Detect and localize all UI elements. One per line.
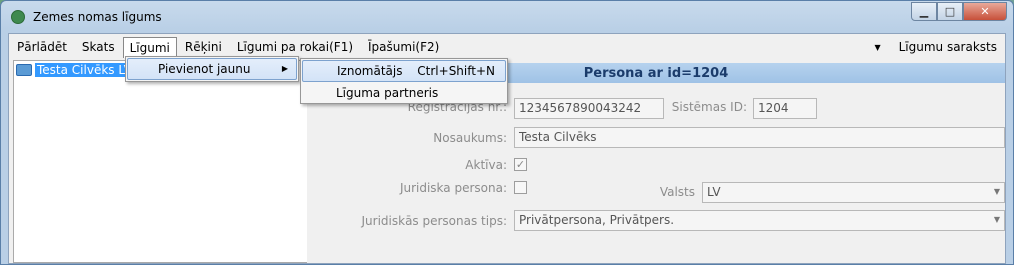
dropdown-arrow-icon: ▼ xyxy=(993,215,1000,224)
country-value: LV xyxy=(707,185,721,199)
menu-view[interactable]: Skats xyxy=(75,36,122,58)
dropdown-arrow-icon: ▼ xyxy=(874,42,881,52)
active-checkbox[interactable]: ✓ xyxy=(514,158,527,171)
app-window: Zemes nomas līgums ▁ □ ✕ Pārlādēt Skats … xyxy=(0,0,1014,265)
registration-field[interactable]: 1234567890043242 xyxy=(514,98,664,119)
contract-list-dropdown[interactable]: ▼ Līgumu saraksts xyxy=(874,36,1005,58)
system-id-label: Sistēmas ID: xyxy=(671,100,747,114)
menu-reload[interactable]: Pārlādēt xyxy=(10,36,74,58)
country-select[interactable]: LV ▼ xyxy=(702,182,1005,203)
maximize-button[interactable]: □ xyxy=(937,2,963,21)
system-id-field[interactable]: 1204 xyxy=(753,98,817,119)
name-field[interactable]: Testa Cilvēks xyxy=(514,127,1005,148)
lessor-shortcut: Ctrl+Shift+N xyxy=(417,64,495,78)
close-button[interactable]: ✕ xyxy=(963,2,1007,21)
contracts-dropdown-menu: Pievienot jaunu ▶ xyxy=(125,56,299,82)
app-logo-icon xyxy=(11,10,25,24)
lessor-label: Iznomātājs xyxy=(337,64,403,78)
menu-invoices[interactable]: Rēķini xyxy=(178,36,229,58)
window-title: Zemes nomas līgums xyxy=(33,10,162,24)
submenu-arrow-icon: ▶ xyxy=(281,64,288,73)
tree-view[interactable]: Testa Cilvēks LV xyxy=(13,60,308,263)
menu-manual-contracts[interactable]: Līgumi pa rokai(F1) xyxy=(230,36,360,58)
minimize-button[interactable]: ▁ xyxy=(911,2,937,21)
window-controls: ▁ □ ✕ xyxy=(911,2,1007,21)
menu-add-new[interactable]: Pievienot jaunu ▶ xyxy=(127,58,297,80)
legal-type-label: Juridiskās personas tips: xyxy=(361,214,508,228)
legal-type-value: Privātpersona, Privātpers. xyxy=(519,213,675,227)
folder-icon xyxy=(16,64,32,76)
active-label: Aktīva: xyxy=(465,158,507,172)
legal-type-select[interactable]: Privātpersona, Privātpers. ▼ xyxy=(514,210,1005,231)
legal-person-label: Juridiska persona: xyxy=(399,181,507,195)
title-bar[interactable]: Zemes nomas līgums ▁ □ ✕ xyxy=(1,1,1013,33)
contract-list-label: Līgumu saraksts xyxy=(898,40,997,54)
add-new-submenu: Iznomātājs Ctrl+Shift+N Līguma partneris xyxy=(300,58,508,104)
country-label: Valsts xyxy=(659,185,695,199)
menu-properties[interactable]: Īpašumi(F2) xyxy=(361,36,446,58)
contract-partner-label: Līguma partneris xyxy=(336,86,439,100)
add-new-label: Pievienot jaunu xyxy=(158,62,251,76)
menu-contract-partner[interactable]: Līguma partneris xyxy=(301,83,507,105)
name-label: Nosaukums: xyxy=(433,131,507,145)
dropdown-arrow-icon: ▼ xyxy=(993,187,1000,196)
tree-item-selected[interactable]: Testa Cilvēks LV xyxy=(16,63,134,77)
legal-person-checkbox[interactable] xyxy=(514,181,527,194)
menu-contracts[interactable]: Līgumi xyxy=(122,36,177,58)
tree-item-label: Testa Cilvēks LV xyxy=(35,63,134,77)
menu-lessor[interactable]: Iznomātājs Ctrl+Shift+N xyxy=(302,60,506,82)
